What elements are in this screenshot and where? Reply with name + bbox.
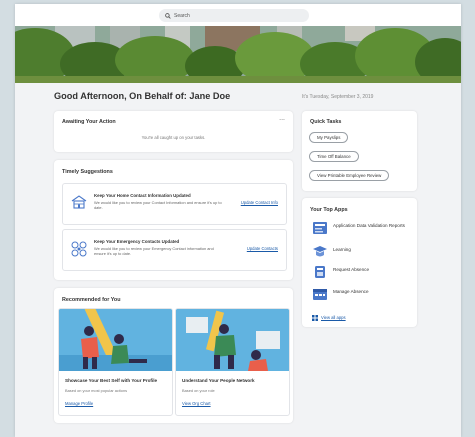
app-manage-absence[interactable]: Manage Absence [312,286,407,304]
grid-icon [312,315,318,321]
app-window: Search Good Afternoon, On Behalf of: Jan… [15,4,461,437]
suggestion-description: We would like you to review your Contact… [94,200,222,211]
top-apps-title: Your Top Apps [310,207,348,213]
recommended-card: Recommended for You Showcase Your Best S… [54,288,293,423]
top-apps-card: Your Top Apps Application Data Validatio… [302,198,417,327]
update-contacts-link[interactable]: Update Contacts [247,246,278,251]
absence-icon [315,266,325,278]
calendar-icon [313,289,327,300]
update-contact-info-link[interactable]: Update Contact Info [241,200,278,205]
recommendation-profile[interactable]: Showcase Your Best Self with Your Profil… [58,308,173,416]
awaiting-action-title: Awaiting Your Action [62,119,116,125]
manage-profile-link[interactable]: Manage Profile [65,401,93,406]
timely-suggestions-card: Timely Suggestions Keep Your Home Contac… [54,160,293,280]
learning-icon [313,246,327,257]
house-icon [71,195,87,209]
profile-illustration [59,309,172,371]
search-input[interactable]: Search [159,9,309,22]
search-placeholder: Search [174,12,190,19]
hero-banner-image [15,26,461,83]
date-text: It's Tuesday, September 3, 2019 [302,94,374,100]
awaiting-empty-text: You're all caught up on your tasks. [141,135,206,140]
quick-tasks-card: Quick Tasks My Payslips Time Off Balance… [302,111,417,191]
suggestion-emergency-contacts: Keep Your Emergency Contacts Updated We … [62,229,287,271]
quick-tasks-title: Quick Tasks [310,119,342,125]
view-all-apps-link[interactable]: View all apps [321,315,346,320]
app-learning[interactable]: Learning [312,244,407,262]
app-request-absence[interactable]: Request Absence [312,264,407,282]
network-icon [71,241,87,257]
suggestion-title: Keep Your Emergency Contacts Updated [94,239,180,244]
suggestion-description: We would like you to review your Emergen… [94,246,214,257]
awaiting-action-card: Awaiting Your Action ... You're all caug… [54,111,293,152]
recommendation-description: Based on your role [182,388,215,393]
view-org-chart-link[interactable]: View Org Chart [182,401,211,406]
search-icon [165,12,171,19]
recommendation-title: Showcase Your Best Self with Your Profil… [65,378,158,383]
recommendation-description: Based on your most popular actions [65,388,128,393]
my-payslips-button[interactable]: My Payslips [309,132,349,143]
recommendation-title: Understand Your People Network [182,378,255,383]
timely-suggestions-title: Timely Suggestions [62,169,113,175]
app-label: Manage Absence [333,289,369,294]
report-icon [313,222,327,234]
time-off-balance-button[interactable]: Time Off Balance [309,151,359,162]
app-data-validation-reports[interactable]: Application Data Validation Reports [312,220,407,238]
app-label: Application Data Validation Reports [333,223,405,228]
recommended-title: Recommended for You [62,297,121,303]
greeting-heading: Good Afternoon, On Behalf of: Jane Doe [54,91,231,101]
suggestion-contact-info: Keep Your Home Contact Information Updat… [62,183,287,225]
printable-employee-review-button[interactable]: View Printable Employee Review [309,170,390,181]
suggestion-title: Keep Your Home Contact Information Updat… [94,193,191,198]
more-menu-icon[interactable]: ... [279,115,285,122]
app-label: Request Absence [333,267,370,272]
recommendation-network[interactable]: Understand Your People Network Based on … [175,308,290,416]
top-bar: Search [15,4,461,26]
network-illustration [176,309,289,371]
app-label: Learning [333,247,351,252]
